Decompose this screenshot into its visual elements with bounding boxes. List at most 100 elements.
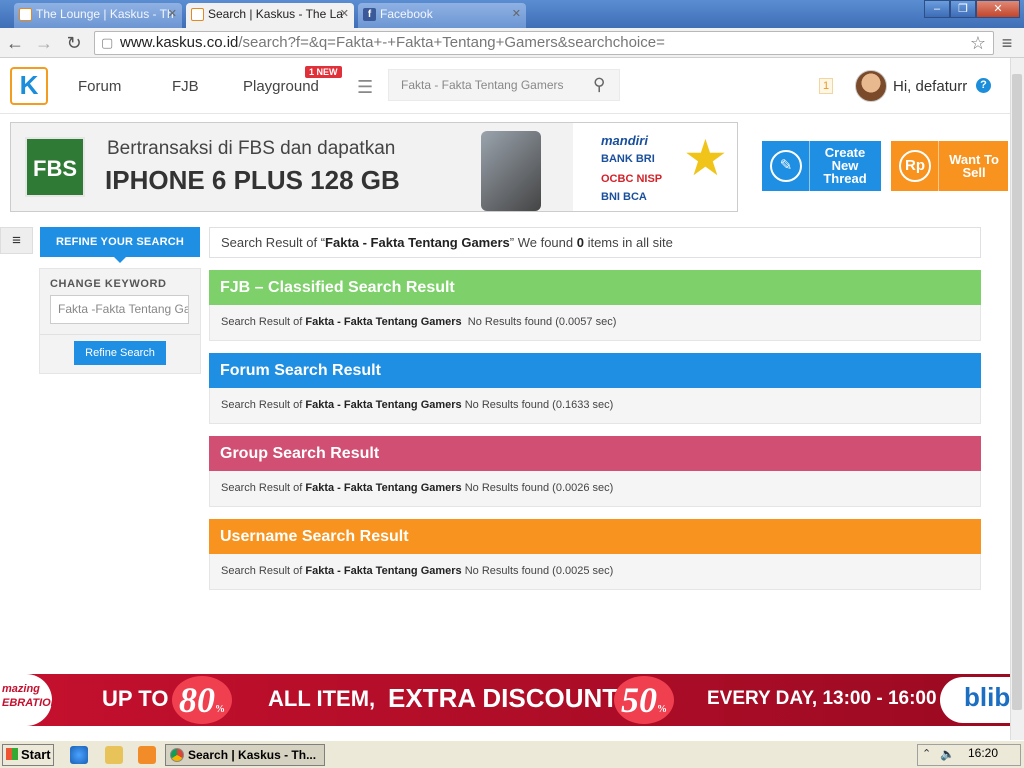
result-query: Fakta - Fakta Tentang Gamers	[305, 316, 462, 328]
close-tab-icon[interactable]: ✕	[340, 3, 349, 25]
summary-prefix: Search Result of “	[221, 235, 326, 250]
bank-bri: BANK BRI	[601, 153, 655, 165]
browser-toolbar: ← → ↻ ▢ www.kaskus.co.id/search?f=&q=Fak…	[0, 28, 1024, 58]
fbs-banner-ad[interactable]: FBS Bertransaksi di FBS dan dapatkan IPH…	[10, 122, 738, 212]
tab-search-kaskus[interactable]: Search | Kaskus - The La ✕	[186, 3, 354, 28]
close-tab-icon[interactable]: ✕	[512, 3, 521, 25]
kaskus-favicon-icon	[191, 8, 204, 21]
summary-query: Fakta - Fakta Tentang Gamers	[325, 235, 510, 250]
windows-logo-icon	[6, 748, 18, 760]
site-header: K Forum FJB Playground 1 NEW ☰ Fakta - F…	[0, 58, 1010, 114]
banner-line2: IPHONE 6 PLUS 128 GB	[105, 165, 400, 195]
tab-title: Facebook	[380, 7, 433, 21]
address-bar[interactable]: ▢ www.kaskus.co.id/search?f=&q=Fakta+-+F…	[94, 31, 994, 55]
minimize-icon[interactable]: –	[924, 0, 950, 18]
bookmark-star-icon[interactable]: ☆	[967, 32, 989, 54]
nav-fjb[interactable]: FJB	[172, 78, 199, 95]
tab-the-lounge[interactable]: The Lounge | Kaskus - Th ✕	[14, 3, 182, 28]
ad-pct2: 50	[621, 680, 657, 720]
fbs-logo: FBS	[25, 137, 85, 197]
group-result-body: Search Result of Fakta - Fakta Tentang G…	[209, 471, 981, 507]
url-host: www.kaskus.co.id	[120, 34, 239, 51]
want-to-sell-label: Want To Sell	[949, 152, 999, 180]
chrome-icon	[170, 748, 184, 762]
result-status: No Results found (0.0025 sec)	[461, 565, 614, 577]
avatar[interactable]	[855, 70, 887, 102]
result-prefix: Search Result of	[221, 482, 306, 494]
reload-icon[interactable]: ↻	[63, 32, 85, 54]
keyword-input[interactable]: Fakta -Fakta Tentang Gamers	[50, 295, 189, 324]
banner-line1: Bertransaksi di FBS dan dapatkan	[107, 138, 396, 159]
tray-expand-icon[interactable]: ⌃	[922, 747, 931, 760]
tab-title: The Lounge | Kaskus - Th	[36, 7, 174, 21]
volume-icon[interactable]: 🔈	[940, 747, 955, 761]
summary-suffix: items in all site	[583, 235, 673, 250]
result-query: Fakta - Fakta Tentang Gamers	[305, 399, 462, 411]
bank-ocbc: OCBC NISP	[601, 173, 663, 185]
rupiah-icon: Rp	[899, 150, 931, 182]
help-icon[interactable]: ?	[976, 78, 991, 93]
ad-every-day: EVERY DAY, 13:00 - 16:00	[707, 688, 937, 709]
kaskus-logo[interactable]: K	[10, 67, 48, 105]
create-thread-label: Create New Thread	[823, 145, 867, 186]
close-tab-icon[interactable]: ✕	[168, 3, 177, 25]
change-keyword-label: CHANGE KEYWORD	[50, 278, 167, 290]
tab-title: Search | Kaskus - The La	[208, 7, 343, 21]
ad-all-item: ALL ITEM,	[268, 686, 376, 711]
fjb-result-header: FJB – Classified Search Result	[209, 270, 981, 305]
result-prefix: Search Result of	[221, 399, 306, 411]
want-to-sell-button[interactable]: Rp Want To Sell	[891, 141, 1008, 191]
ad-pct1: 80	[179, 680, 215, 720]
nav-forum[interactable]: Forum	[78, 78, 121, 95]
forward-arrow-icon[interactable]: →	[33, 32, 55, 54]
group-result-header: Group Search Result	[209, 436, 981, 471]
result-status: No Results found (0.1633 sec)	[461, 399, 614, 411]
hamburger-menu-icon[interactable]: ☰	[357, 77, 373, 98]
page-icon: ▢	[101, 35, 114, 50]
result-prefix: Search Result of	[221, 316, 306, 328]
bank-bni-bca: BNI BCA	[601, 191, 647, 203]
nav-playground[interactable]: Playground	[243, 78, 319, 95]
divider	[40, 334, 200, 335]
result-status: No Results found (0.0026 sec)	[461, 482, 614, 494]
kaskus-favicon-icon	[19, 8, 32, 21]
taskbar-chrome-window[interactable]: Search | Kaskus - Th...	[165, 744, 325, 766]
ad-up-to: UP TO	[102, 686, 169, 711]
tab-refine-your-search[interactable]: REFINE YOUR SEARCH	[40, 227, 200, 257]
windows-taskbar: Start Search | Kaskus - Th... ⌃ 🔈 16:20	[0, 740, 1024, 768]
result-prefix: Search Result of	[221, 565, 306, 577]
folder-icon[interactable]	[105, 746, 123, 764]
media-player-icon[interactable]	[138, 746, 156, 764]
username-result-header: Username Search Result	[209, 519, 981, 554]
phone-image	[481, 131, 541, 211]
celebration-badge: mazing EBRATION	[0, 674, 59, 726]
user-greeting[interactable]: Hi, defaturr	[893, 78, 967, 95]
search-icon[interactable]: ⚲	[593, 75, 605, 95]
clock: 16:20	[968, 746, 999, 760]
star-icon: ★	[683, 130, 728, 186]
ad-discount-80: 80% OFF	[172, 676, 232, 724]
chrome-menu-icon[interactable]: ≡	[996, 32, 1018, 54]
url-path: /search?f=&q=Fakta+-+Fakta+Tentang+Gamer…	[238, 34, 665, 51]
maximize-icon[interactable]: ❐	[950, 0, 976, 18]
refine-search-button[interactable]: Refine Search	[74, 341, 166, 365]
create-new-thread-button[interactable]: ✎ Create New Thread	[762, 141, 881, 191]
new-badge: 1 NEW	[305, 66, 342, 78]
fjb-result-body: Search Result of Fakta - Fakta Tentang G…	[209, 305, 981, 341]
notification-badge[interactable]: 1	[819, 78, 833, 94]
close-window-icon[interactable]: ✕	[976, 0, 1020, 18]
summary-count: 0	[576, 235, 584, 250]
ad-discount-50: 50% OFF	[614, 676, 674, 724]
back-arrow-icon[interactable]: ←	[4, 32, 26, 54]
result-status: No Results found (0.0057 sec)	[461, 316, 617, 328]
forum-result-body: Search Result of Fakta - Fakta Tentang G…	[209, 388, 981, 424]
header-search-input[interactable]: Fakta - Fakta Tentang Gamers	[388, 69, 620, 101]
tab-facebook[interactable]: f Facebook ✕	[358, 3, 526, 28]
pencil-icon: ✎	[770, 150, 802, 182]
internet-explorer-icon[interactable]	[70, 746, 88, 764]
sidebar-toggle-icon[interactable]: ≡	[0, 227, 33, 254]
browser-tab-strip: The Lounge | Kaskus - Th ✕ Search | Kask…	[0, 0, 1024, 28]
bottom-banner-ad[interactable]: mazing EBRATION UP TO 80% OFF ALL ITEM, …	[0, 674, 1010, 726]
scrollbar-thumb[interactable]	[1012, 74, 1022, 710]
facebook-favicon-icon: f	[363, 8, 376, 21]
